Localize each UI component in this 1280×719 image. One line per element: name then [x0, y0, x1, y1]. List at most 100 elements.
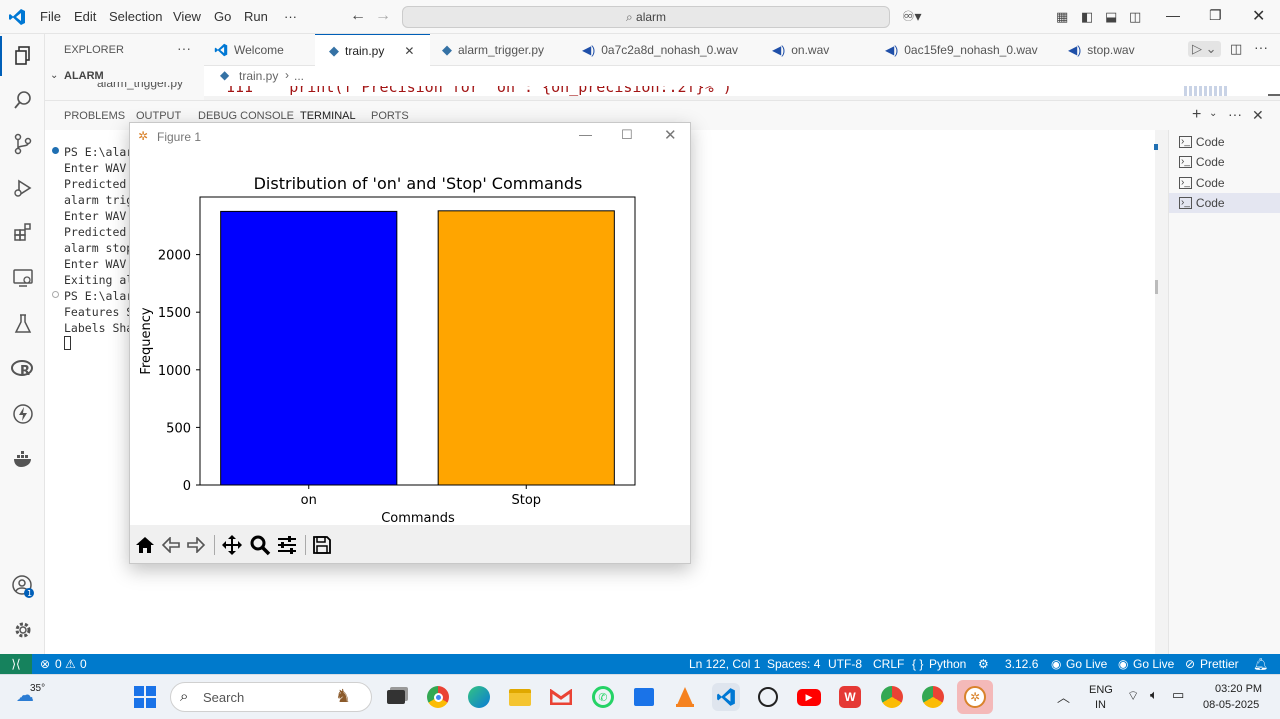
toggle-sidebar-icon[interactable]: ◧: [1081, 9, 1093, 25]
chrome-profile-icon[interactable]: [878, 683, 906, 711]
warning-count[interactable]: 0: [80, 657, 87, 671]
wifi-icon[interactable]: ⌔: [1127, 688, 1139, 704]
go-live-button[interactable]: Go Live: [1066, 657, 1107, 671]
search-icon[interactable]: [0, 80, 45, 120]
manage-gear-icon[interactable]: [0, 610, 45, 650]
end-of-line[interactable]: CRLF: [873, 657, 904, 671]
menu-edit[interactable]: Edit: [74, 9, 96, 24]
breadcrumb-rest[interactable]: ...: [294, 69, 304, 83]
configure-subplots-icon[interactable]: [275, 533, 299, 557]
terminal-instance-active[interactable]: ›_ Code: [1169, 193, 1280, 213]
clock-time[interactable]: 03:20 PM: [1215, 683, 1262, 695]
tab-welcome[interactable]: Welcome: [204, 34, 314, 66]
tab-alarm-trigger-py[interactable]: ◆ alarm_trigger.py: [430, 34, 570, 66]
notifications-bell-icon[interactable]: 🔔︎: [1253, 657, 1268, 671]
language-mode[interactable]: Python: [929, 657, 966, 671]
battery-icon[interactable]: ▭: [1172, 687, 1184, 703]
toggle-secondary-sidebar-icon[interactable]: ◫: [1129, 9, 1141, 25]
chevron-down-icon[interactable]: ⌄: [50, 70, 58, 81]
breadcrumb-file[interactable]: train.py: [239, 69, 278, 83]
vscode-taskbar-icon[interactable]: [712, 683, 740, 711]
folder-alarm[interactable]: ALARM: [64, 70, 104, 82]
back-arrow-icon[interactable]: [159, 533, 183, 557]
cursor-position[interactable]: Ln 122, Col 1: [689, 657, 760, 671]
command-center-search[interactable]: ⌕ alarm: [402, 6, 890, 28]
extensions-icon[interactable]: [0, 212, 45, 252]
chrome-icon[interactable]: [424, 683, 452, 711]
tab-wav-0ac15fe9[interactable]: ◀) 0ac15fe9_nohash_0.wav: [871, 34, 1056, 66]
figure-titlebar[interactable]: ✲ Figure 1 — ☐ ✕: [130, 123, 690, 151]
code-editor[interactable]: 111 print(f"Precision for 'on': {on_prec…: [204, 86, 1280, 96]
terminal-instance[interactable]: ›_ Code: [1169, 152, 1280, 172]
panel-tab-output[interactable]: OUTPUT: [136, 110, 181, 122]
r-extension-icon[interactable]: R: [0, 349, 45, 389]
figure-minimize-icon[interactable]: —: [579, 127, 592, 142]
tab-close-icon[interactable]: ✕: [404, 44, 414, 58]
vlc-icon[interactable]: [671, 683, 699, 711]
encoding[interactable]: UTF-8: [828, 657, 862, 671]
warning-icon[interactable]: ⚠: [65, 657, 76, 671]
new-terminal-icon[interactable]: +: [1192, 106, 1201, 124]
minimize-icon[interactable]: —: [1166, 7, 1180, 23]
panel-tab-problems[interactable]: PROBLEMS: [64, 110, 125, 122]
menu-more[interactable]: ···: [284, 9, 297, 24]
menu-view[interactable]: View: [173, 9, 201, 24]
youtube-icon[interactable]: ▶: [795, 683, 823, 711]
tab-train-py[interactable]: ◆ train.py ✕: [315, 34, 430, 66]
back-arrow-icon[interactable]: ←: [350, 7, 366, 25]
show-hidden-icons-chevron-icon[interactable]: ︿: [1057, 687, 1070, 706]
panel-sash[interactable]: [1155, 280, 1158, 294]
error-icon[interactable]: ⊗: [40, 657, 50, 671]
volume-muted-icon[interactable]: 🔈︎: [1150, 687, 1158, 703]
docker-icon[interactable]: [0, 439, 45, 479]
run-debug-icon[interactable]: [0, 168, 45, 208]
save-icon[interactable]: [310, 533, 334, 557]
tab-on-wav[interactable]: ◀) on.wav: [758, 34, 871, 66]
figure-window[interactable]: ✲ Figure 1 — ☐ ✕ Distribution of 'on' an…: [129, 122, 691, 564]
microsoft-store-icon[interactable]: [630, 683, 658, 711]
layout-customize-icon[interactable]: ▦: [1056, 9, 1068, 25]
explorer-file-partial[interactable]: alarm_trigger.py: [75, 82, 204, 90]
clock-date[interactable]: 08-05-2025: [1203, 699, 1259, 711]
more-actions-icon[interactable]: ···: [177, 40, 191, 56]
menu-selection[interactable]: Selection: [109, 9, 162, 24]
lightning-extension-icon[interactable]: [0, 394, 45, 434]
gmail-icon[interactable]: [547, 683, 575, 711]
wps-office-icon[interactable]: W: [836, 683, 864, 711]
go-live-button-2[interactable]: Go Live: [1133, 657, 1174, 671]
prettier-status[interactable]: Prettier: [1200, 657, 1239, 671]
terminal-instance[interactable]: ›_ Code: [1169, 173, 1280, 193]
panel-tab-ports[interactable]: PORTS: [371, 110, 409, 122]
menu-go[interactable]: Go: [214, 9, 231, 24]
remote-indicator-icon[interactable]: ⟩⟨: [0, 654, 32, 674]
explorer-icon[interactable]: [0, 36, 45, 76]
weather-temp[interactable]: 35°: [30, 683, 45, 694]
edge-icon[interactable]: [465, 683, 493, 711]
tab-stop-wav[interactable]: ◀) stop.wav: [1056, 34, 1176, 66]
split-editor-icon[interactable]: ◫: [1230, 41, 1242, 57]
forward-arrow-icon[interactable]: →: [375, 7, 391, 25]
source-control-icon[interactable]: [0, 124, 45, 164]
editor-more-icon[interactable]: ···: [1254, 39, 1268, 55]
pan-icon[interactable]: [220, 533, 244, 557]
whatsapp-icon[interactable]: ✆: [589, 683, 617, 711]
menu-file[interactable]: File: [40, 9, 61, 24]
testing-icon[interactable]: [0, 304, 45, 344]
terminal-instance[interactable]: ›_ Code: [1169, 132, 1280, 152]
tab-wav-0a7c2a8d[interactable]: ◀) 0a7c2a8d_nohash_0.wav: [570, 34, 758, 66]
remote-explorer-icon[interactable]: [0, 258, 45, 298]
panel-tab-debug-console[interactable]: DEBUG CONSOLE: [198, 110, 294, 122]
figure-close-icon[interactable]: ✕: [664, 126, 677, 144]
file-explorer-icon[interactable]: [506, 683, 534, 711]
taskbar-search[interactable]: ⌕ Search ♞: [170, 682, 372, 712]
close-panel-icon[interactable]: ✕: [1252, 107, 1264, 124]
chatgpt-icon[interactable]: [754, 683, 782, 711]
close-icon[interactable]: ✕: [1252, 6, 1265, 26]
chevron-down-icon[interactable]: ⌄: [1209, 108, 1217, 119]
run-python-icon[interactable]: ▷ ⌄: [1188, 41, 1221, 57]
task-view-icon[interactable]: [382, 683, 410, 711]
restore-icon[interactable]: ❐: [1209, 7, 1222, 24]
indentation[interactable]: Spaces: 4: [767, 657, 820, 671]
menu-run[interactable]: Run: [244, 9, 268, 24]
forward-arrow-icon[interactable]: [184, 533, 208, 557]
